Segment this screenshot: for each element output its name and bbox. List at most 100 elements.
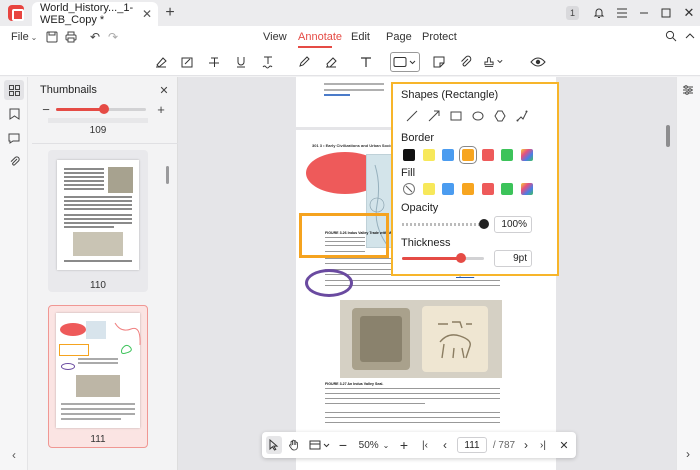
zoom-dropdown-icon: ⌄ — [382, 440, 390, 450]
menu-bar — [0, 26, 700, 48]
search-icon[interactable] — [664, 29, 678, 43]
new-tab-button[interactable]: + — [162, 4, 178, 22]
annotate-toolbar — [0, 48, 700, 76]
strikethrough-icon[interactable] — [204, 52, 224, 72]
fill-custom-color-swatch[interactable] — [521, 183, 533, 195]
polyline-shape-button[interactable] — [513, 107, 531, 125]
ellipse-shape-button[interactable] — [469, 107, 487, 125]
file-menu-label: File — [11, 31, 29, 43]
eraser-icon[interactable] — [321, 52, 341, 72]
save-icon[interactable] — [45, 30, 59, 44]
fill-orange-swatch[interactable] — [462, 183, 474, 195]
figure-caption-2: FIGURE 3.27 An Indus Valley Seal. — [325, 382, 384, 386]
thickness-value-field[interactable]: 9pt — [494, 250, 532, 267]
menu-edit[interactable]: Edit — [351, 31, 370, 43]
divider — [32, 143, 178, 144]
stamp-icon[interactable] — [484, 52, 504, 72]
fill-blue-swatch[interactable] — [442, 183, 454, 195]
pencil-icon[interactable] — [294, 52, 314, 72]
file-menu[interactable]: File — [11, 31, 29, 43]
undo-icon[interactable]: ↶ — [88, 30, 102, 44]
view-mode-icon[interactable] — [308, 436, 332, 454]
document-scrollbar[interactable] — [666, 125, 670, 147]
popup-title: Shapes (Rectangle) — [401, 89, 499, 101]
arrow-shape-button[interactable] — [425, 107, 443, 125]
polygon-shape-button[interactable] — [491, 107, 509, 125]
attachment-icon[interactable] — [456, 52, 476, 72]
print-icon[interactable] — [64, 30, 78, 44]
border-black-swatch[interactable] — [403, 149, 415, 161]
hand-tool-icon[interactable] — [286, 436, 302, 454]
bell-icon[interactable] — [589, 3, 609, 23]
page-number-input[interactable]: 111 — [457, 437, 487, 453]
thumbnails-panel-icon[interactable] — [4, 80, 24, 100]
purple-ellipse-annotation[interactable] — [305, 269, 353, 297]
opacity-slider-handle[interactable] — [479, 219, 489, 229]
seal-photo — [340, 300, 502, 378]
first-page-button[interactable]: |‹ — [418, 436, 432, 454]
eye-icon[interactable] — [528, 52, 548, 72]
text-box-icon[interactable] — [356, 52, 376, 72]
attachments-panel-icon[interactable] — [4, 152, 24, 172]
close-panel-icon[interactable]: ✕ — [157, 83, 171, 97]
zoom-out-thumbs-icon[interactable]: − — [40, 102, 52, 117]
document-tab[interactable]: World_History..._1-WEB_Copy * ✕ — [32, 2, 158, 26]
collapse-panel-icon[interactable]: ‹ — [4, 445, 24, 465]
thumbnail-109-edge — [48, 118, 148, 123]
file-dropdown-icon[interactable]: ⌄ — [29, 31, 39, 43]
fill-red-swatch[interactable] — [482, 183, 494, 195]
page-badge[interactable]: 1 — [566, 6, 579, 20]
maximize-button[interactable] — [656, 3, 676, 23]
minimize-button[interactable] — [634, 3, 654, 23]
border-red-swatch[interactable] — [482, 149, 494, 161]
rectangle-shape-button[interactable] — [447, 107, 465, 125]
menu-annotate[interactable]: Annotate — [298, 31, 342, 43]
expand-right-panel-icon[interactable]: › — [681, 446, 695, 462]
sticky-note-icon[interactable] — [429, 52, 449, 72]
thumbnails-title: Thumbnails — [40, 84, 97, 96]
zoom-out-button[interactable]: − — [336, 436, 350, 454]
border-orange-swatch[interactable] — [459, 146, 477, 164]
text-callout-icon[interactable] — [177, 52, 197, 72]
shape-tool-button[interactable] — [390, 52, 420, 72]
menu-view[interactable]: View — [263, 31, 287, 43]
zoom-in-button[interactable]: + — [397, 436, 411, 454]
collapse-ribbon-icon[interactable] — [683, 29, 697, 43]
redo-icon[interactable]: ↷ — [106, 30, 120, 44]
highlight-icon[interactable] — [151, 52, 171, 72]
last-page-button[interactable]: ›| — [536, 436, 550, 454]
thumb-scrollbar[interactable] — [166, 166, 169, 184]
opacity-slider-track[interactable] — [402, 223, 484, 226]
border-yellow-swatch[interactable] — [423, 149, 435, 161]
border-blue-swatch[interactable] — [442, 149, 454, 161]
line-shape-button[interactable] — [403, 107, 421, 125]
menu-protect[interactable]: Protect — [422, 31, 457, 43]
close-tab-icon[interactable]: ✕ — [142, 7, 152, 21]
orange-rectangle-annotation[interactable] — [299, 213, 389, 258]
zoom-in-thumbs-icon[interactable]: + — [155, 102, 167, 117]
thumb-zoom-fill — [56, 108, 103, 111]
zoom-level-dropdown[interactable]: 50% ⌄ — [356, 436, 392, 454]
border-green-swatch[interactable] — [501, 149, 513, 161]
menu-icon[interactable] — [612, 3, 632, 23]
underline-icon[interactable] — [231, 52, 251, 72]
opacity-value-field[interactable]: 100% — [494, 216, 532, 233]
next-page-button[interactable]: › — [519, 436, 533, 454]
close-navigation-bar-button[interactable]: ✕ — [557, 436, 571, 454]
total-pages: / 787 — [492, 439, 516, 451]
comments-panel-icon[interactable] — [4, 128, 24, 148]
squiggly-underline-icon[interactable] — [258, 52, 278, 72]
border-custom-color-swatch[interactable] — [521, 149, 533, 161]
document-tab-title: World_History..._1-WEB_Copy * — [40, 2, 134, 26]
fill-green-swatch[interactable] — [501, 183, 513, 195]
select-cursor-icon[interactable] — [266, 436, 282, 454]
thumb-zoom-handle[interactable] — [99, 104, 109, 114]
properties-panel-icon[interactable] — [680, 82, 696, 98]
previous-page-button[interactable]: ‹ — [438, 436, 452, 454]
close-window-button[interactable]: ✕ — [679, 3, 699, 23]
thickness-slider-handle[interactable] — [456, 253, 466, 263]
bookmark-panel-icon[interactable] — [4, 104, 24, 124]
fill-yellow-swatch[interactable] — [423, 183, 435, 195]
fill-none-icon[interactable] — [403, 183, 415, 195]
menu-page[interactable]: Page — [386, 31, 412, 43]
